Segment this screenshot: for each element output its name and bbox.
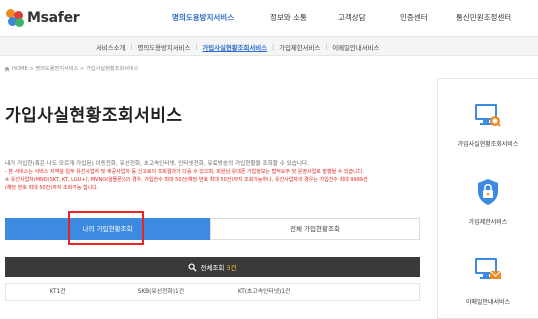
separator: | bbox=[325, 44, 328, 51]
separator: | bbox=[195, 44, 198, 51]
result-label: 전체조회 bbox=[200, 264, 225, 272]
carrier-item[interactable]: SKB(유선전화)1건 bbox=[109, 284, 212, 300]
carrier-list: KT1건 SKB(유선전화)1건 KT(초고속인터넷)1건 bbox=[5, 283, 420, 301]
carrier-item[interactable]: KT1건 bbox=[6, 284, 109, 300]
tab-all-subscriptions[interactable]: 전체 가입현황조회 bbox=[210, 218, 420, 240]
description-text: 내가 가입한(혹은 나도 모르게 가입된) 이동전화, 유선전화, 초고속인터넷… bbox=[5, 161, 309, 167]
subnav-item-identity-theft[interactable]: 명의도용방지서비스 bbox=[137, 43, 190, 52]
separator: | bbox=[130, 44, 133, 51]
nav-item-auth[interactable]: 인증센터 bbox=[400, 12, 456, 23]
result-count: 3건 bbox=[226, 264, 237, 272]
sub-nav: 서비스소개 | 명의도용방지서비스 | 가입사실현황조회서비스 | 가입제한서비… bbox=[0, 36, 538, 56]
msafer-logo-icon bbox=[6, 9, 24, 27]
nav-item-identity-theft[interactable]: 명의도용방지서비스 bbox=[172, 12, 270, 23]
sidebar-item-label: 가입제한서비스 bbox=[468, 219, 508, 226]
sidebar-item-subscription-lookup[interactable]: 가입사실현황조회서비스 bbox=[438, 101, 538, 148]
main-nav: 명의도용방지서비스 정보와 소통 고객상담 인증센터 통신민원조정센터 bbox=[172, 12, 528, 23]
notice-text: (해당 번호 최대 50건)까지 조회가능 합니다. bbox=[5, 185, 99, 191]
search-icon bbox=[188, 262, 198, 272]
highlight-box bbox=[68, 211, 144, 245]
quick-menu-sidebar: 가입사실현황조회서비스 가입제한서비스 이메일안내서비스 bbox=[437, 78, 538, 319]
separator: | bbox=[272, 44, 275, 51]
nav-item-info[interactable]: 정보와 소통 bbox=[270, 12, 338, 23]
notice-text: - 본 서비스는 서비스 지역설 일부 유선사업자 및 재공사업자 등 신고로의… bbox=[5, 169, 364, 175]
subnav-item-intro[interactable]: 서비스소개 bbox=[96, 43, 125, 52]
home-icon[interactable] bbox=[4, 66, 10, 72]
page-title: 가입사실현황조회서비스 bbox=[5, 106, 183, 126]
nav-item-support[interactable]: 고객상담 bbox=[338, 12, 400, 23]
description: 내가 가입한(혹은 나도 모르게 가입된) 이동전화, 유선전화, 초고속인터넷… bbox=[5, 160, 423, 192]
sidebar-item-label: 이메일안내서비스 bbox=[465, 299, 511, 306]
monitor-mail-icon bbox=[475, 258, 502, 279]
sidebar-item-email[interactable]: 이메일안내서비스 bbox=[438, 255, 538, 306]
monitor-search-icon bbox=[475, 104, 501, 127]
logo-text: Msafer bbox=[27, 10, 80, 26]
nav-item-complaints[interactable]: 통신민원조정센터 bbox=[456, 12, 528, 23]
result-summary-bar: 전체조회 3건 bbox=[5, 257, 420, 277]
notice-text: ※ 유선사업자(MNO(SKT, KT, LGU+), MVNO(알뜰폰))의 … bbox=[5, 177, 368, 183]
carrier-item bbox=[316, 284, 419, 300]
sidebar-item-restriction[interactable]: 가입제한서비스 bbox=[438, 177, 538, 226]
logo[interactable]: Msafer bbox=[6, 9, 80, 27]
subnav-item-email[interactable]: 이메일안내서비스 bbox=[332, 43, 379, 52]
subnav-item-subscription-lookup[interactable]: 가입사실현황조회서비스 bbox=[202, 43, 267, 52]
carrier-item[interactable]: KT(초고속인터넷)1건 bbox=[213, 284, 316, 300]
top-header: Msafer 명의도용방지서비스 정보와 소통 고객상담 인증센터 통신민원조정… bbox=[0, 0, 538, 36]
breadcrumb-text: HOME > 명의도용방지서비스 > 가입사실현황조회서비스 bbox=[12, 66, 139, 72]
breadcrumb: HOME > 명의도용방지서비스 > 가입사실현황조회서비스 bbox=[4, 65, 138, 72]
sidebar-item-label: 가입사실현황조회서비스 bbox=[457, 141, 519, 148]
subnav-item-restriction[interactable]: 가입제한서비스 bbox=[279, 43, 320, 52]
lock-shield-icon bbox=[478, 179, 498, 205]
